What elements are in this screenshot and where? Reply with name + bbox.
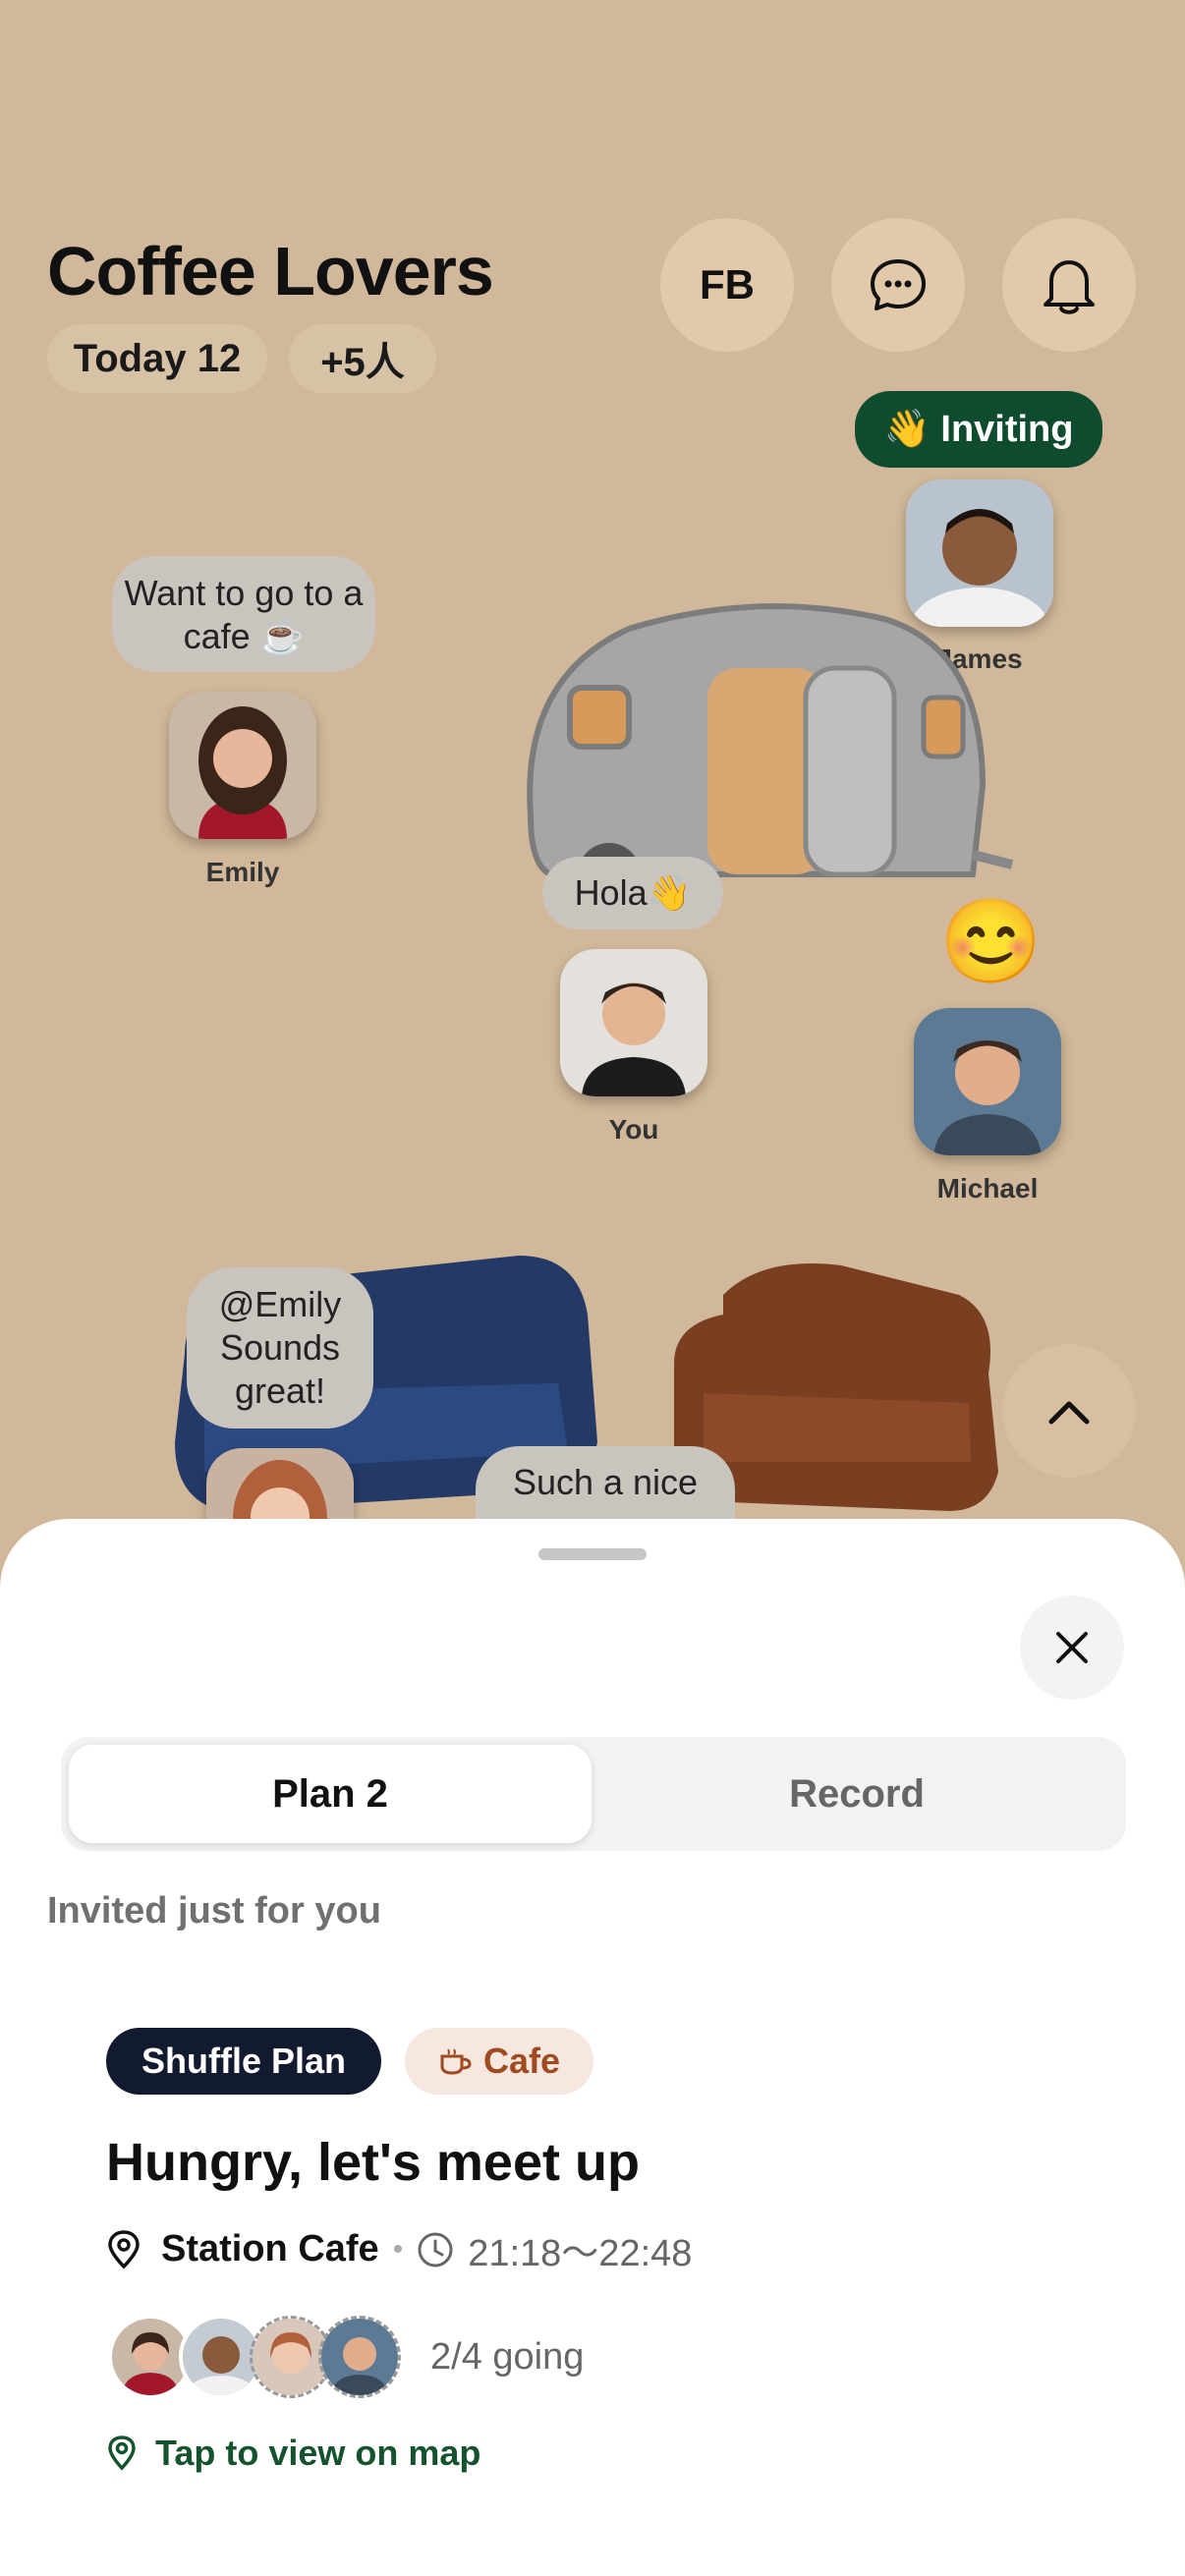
name-emily: Emily [205,857,280,887]
tab-record[interactable]: Record [595,1745,1118,1843]
meta-separator: • [392,2232,404,2266]
plan-time: 21:18～22:48 [468,2233,693,2274]
map-link-label: Tap to view on map [155,2433,481,2473]
speech-bubble-you: Hola👋 [542,857,723,929]
sheet-drag-handle[interactable] [538,1548,647,1560]
name-michael: Michael [936,1173,1039,1204]
speech-bubble-partial: Such a nice [476,1446,735,1519]
going-avatar-pending-2 [318,2316,401,2398]
location-pin-icon [108,2436,136,2471]
section-title: Invited just for you [47,1890,381,1932]
plan-title: Hungry, let's meet up [106,2133,640,2192]
view-on-map-link[interactable]: Tap to view on map [106,2433,480,2474]
michael-photo [914,1008,1061,1155]
chat-bubble-icon [871,259,926,310]
you-photo [560,949,707,1096]
close-button[interactable] [1020,1596,1124,1700]
location-pin-icon [108,2229,140,2268]
tab-plan[interactable]: Plan 2 [69,1745,592,1843]
scroll-up-button[interactable] [1002,1344,1136,1478]
cafe-tag: Cafe [405,2028,593,2095]
name-you: You [608,1114,659,1145]
smile-emoji[interactable]: 😊 [939,894,1043,988]
avatar-michael[interactable] [914,1008,1061,1155]
clock-icon [418,2232,453,2267]
fb-label: FB [700,261,755,308]
avatar-partial[interactable] [206,1448,354,1519]
notifications-button[interactable] [1002,218,1136,352]
today-chip[interactable]: Today 12 [47,324,267,393]
bell-icon [1044,260,1095,314]
going-count: 2/4 going [430,2335,585,2378]
page-title: Coffee Lovers [47,233,494,309]
plan-location: Station Cafe [161,2228,379,2269]
plan-meta-row: Station Cafe • 21:18～22:48 [106,2222,692,2276]
close-icon [1056,1632,1088,1663]
inviting-badge[interactable]: 👋 Inviting [855,391,1102,468]
chevron-up-icon [1048,1401,1090,1425]
more-people-chip[interactable]: +5人 [289,324,436,393]
coffee-cup-icon [440,2048,472,2075]
partial-photo [206,1448,354,1519]
avatar-emily[interactable] [169,692,316,839]
emily-photo [169,692,316,839]
speech-bubble-emily-reply: @Emily Sounds great! [187,1267,373,1428]
chat-button[interactable] [831,218,965,352]
fb-button[interactable]: FB [660,218,794,352]
avatar-you[interactable] [560,949,707,1096]
shuffle-plan-tag: Shuffle Plan [106,2028,381,2095]
cafe-tag-label: Cafe [482,2041,561,2081]
going-row[interactable]: 2/4 going [108,2315,584,2399]
speech-bubble-emily: Want to go to a cafe ☕ [112,556,375,672]
